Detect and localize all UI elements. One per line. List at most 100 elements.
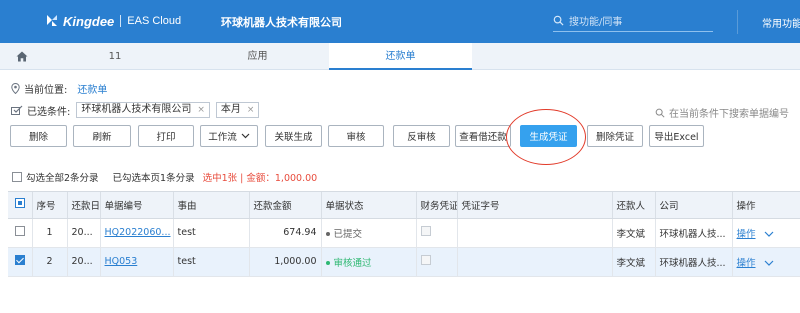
cell-date: 20... [67,247,101,277]
column-header[interactable]: 凭证字号 [457,192,613,219]
row-checkbox[interactable] [14,255,25,265]
cell-seq: 1 [32,218,68,248]
cell-number-cell: HQ2022060... [100,218,174,248]
status-text: 已提交 [333,228,363,240]
cell-status: 已提交 [321,218,417,248]
bill-number-link[interactable]: HQ053 [105,256,138,267]
link-generate-button[interactable]: 关联生成 [265,125,322,147]
unaudit-button[interactable]: 反审核 [393,125,450,147]
frequent-functions-menu[interactable]: 常用功能 [762,15,800,30]
close-icon[interactable]: × [197,103,205,117]
column-header[interactable]: 单据状态 [321,192,417,219]
location-pin-icon [11,83,20,94]
export-excel-button[interactable]: 导出Excel [649,125,704,147]
home-icon [16,51,28,61]
page-selected-label: 已勾选本页1条分录 [112,173,195,184]
delete-button[interactable]: 删除 [10,125,67,147]
tab-repayment[interactable]: 还款单 [329,43,472,70]
function-search-input[interactable]: 搜功能/同事 [553,10,713,32]
chevron-down-icon [241,133,250,139]
selection-info: 勾选全部2条分录 已勾选本页1条分录 选中1张 | 金额：1,000.00 [12,170,317,184]
top-bar: Kingdee EAS Cloud 环球机器人技术有限公司 搜功能/同事 常用功… [0,0,800,43]
cell-amount: 674.94 [249,218,322,248]
location-link[interactable]: 还款单 [77,81,107,96]
view-borrow-repay-button[interactable]: 查看借还款 [455,125,511,147]
filter-chip-company[interactable]: 环球机器人技术有限公司 × [76,102,210,118]
column-header[interactable]: 还款日期 [67,192,101,219]
table-row[interactable]: 2 20... HQ053 test 1,000.00 审核通过 李文斌 环球机… [8,247,800,277]
product-name: EAS Cloud [127,15,182,27]
search-placeholder: 搜功能/同事 [569,17,623,28]
filter-check-icon [11,105,23,115]
search-icon [655,108,665,118]
logo-divider [120,15,122,27]
cell-voucher-no [457,218,613,248]
refresh-button[interactable]: 刷新 [73,125,131,147]
tab-11[interactable]: 11 [44,43,186,70]
column-header[interactable]: 还款金额 [249,192,322,219]
cell-voucher [416,218,458,248]
voucher-checkbox [420,226,431,236]
location-label: 当前位置: [24,85,68,96]
cell-payer: 李文斌 [612,218,656,248]
cell-date: 20... [67,218,101,248]
bill-search-input[interactable]: 在当前条件下搜索单据编号 [655,105,789,120]
select-all-label[interactable]: 勾选全部2条分录 [26,170,99,184]
column-header[interactable]: 公司 [655,192,733,219]
topbar-divider [737,10,738,34]
operation-link[interactable]: 操作 [737,258,756,269]
highlight-circle [506,109,586,165]
close-icon[interactable]: × [247,103,255,117]
kingdee-logo[interactable]: Kingdee EAS Cloud [44,13,181,29]
cell-operation: 操作 [732,218,800,248]
cell-voucher [416,247,458,277]
row-checkbox-cell[interactable] [8,218,33,248]
tab-apps[interactable]: 应用 [186,43,329,70]
table-header-row: 序号 还款日期 单据编号 事由 还款金额 单据状态 财务凭证 凭证字号 还款人 … [8,192,800,219]
selection-summary: 选中1张 | 金额：1,000.00 [202,173,318,184]
cell-voucher-no [457,247,613,277]
logo-text: Kingdee [63,13,115,29]
delete-voucher-button[interactable]: 删除凭证 [587,125,643,147]
chevron-down-icon[interactable] [764,231,774,237]
header-checkbox-cell[interactable] [8,192,33,219]
filter-chip-text: 本月 [220,104,241,115]
cell-reason: test [173,247,250,277]
table-row[interactable]: 1 20... HQ2022060... test 674.94 已提交 李文斌… [8,218,800,248]
column-header[interactable]: 单据编号 [100,192,174,219]
bill-number-link[interactable]: HQ2022060... [105,227,171,238]
status-text: 审核通过 [333,257,372,269]
status-dot-icon [325,261,330,265]
column-header[interactable]: 财务凭证 [416,192,458,219]
column-header[interactable]: 序号 [32,192,68,219]
bill-search-placeholder: 在当前条件下搜索单据编号 [669,109,789,120]
column-header[interactable]: 还款人 [612,192,656,219]
workflow-dropdown[interactable]: 工作流 [200,125,258,147]
column-header[interactable]: 操作 [732,192,800,219]
workflow-label: 工作流 [208,132,237,143]
status-dot-icon [325,232,330,236]
header-checkbox[interactable] [14,198,25,209]
operation-link[interactable]: 操作 [737,229,756,240]
breadcrumb: 当前位置: 还款单 [11,81,107,96]
print-button[interactable]: 打印 [138,125,194,147]
cell-reason: test [173,218,250,248]
voucher-checkbox [420,255,431,265]
row-checkbox[interactable] [14,226,25,236]
cell-payer: 李文斌 [612,247,656,277]
cell-seq: 2 [32,247,68,277]
audit-button[interactable]: 审核 [328,125,384,147]
filters-label: 已选条件: [27,106,71,118]
filter-chip-month[interactable]: 本月 × [215,102,260,118]
column-header[interactable]: 事由 [173,192,250,219]
toolbar: 删除 刷新 打印 工作流 关联生成 审核 反审核 查看借还款 生成凭证 删除凭证… [0,125,800,151]
select-all-checkbox[interactable] [12,172,22,182]
cell-amount: 1,000.00 [249,247,322,277]
tab-home[interactable] [0,43,44,69]
row-checkbox-cell[interactable] [8,247,33,277]
company-title[interactable]: 环球机器人技术有限公司 [221,14,342,30]
cell-number-cell: HQ053 [100,247,174,277]
cell-operation: 操作 [732,247,800,277]
chevron-down-icon[interactable] [764,260,774,266]
tab-bar: 11 应用 还款单 [0,43,800,70]
